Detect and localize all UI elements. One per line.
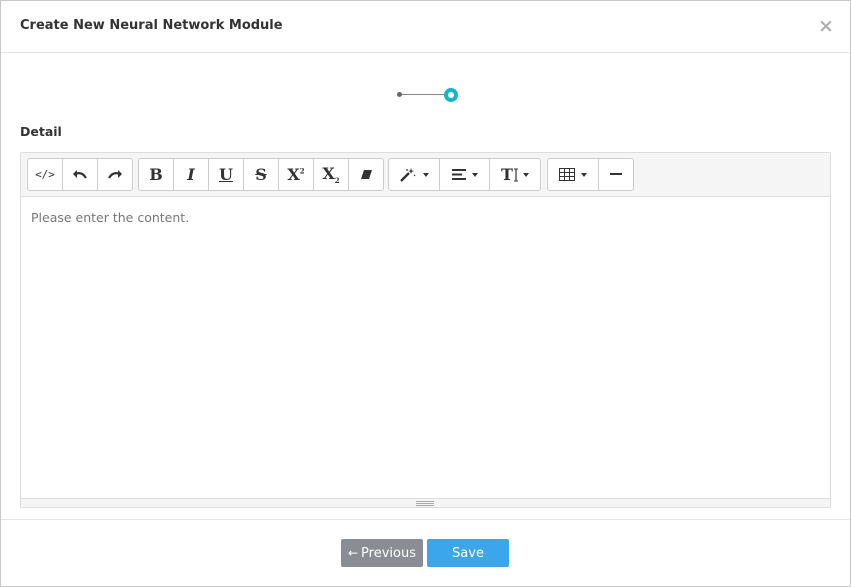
style-dropdown-button[interactable] xyxy=(388,158,440,191)
modal-title: Create New Neural Network Module xyxy=(20,18,283,33)
redo-button[interactable] xyxy=(97,158,133,191)
arrow-left-icon: ← xyxy=(347,546,359,560)
superscript-button[interactable]: X2 xyxy=(278,158,314,191)
underline-icon: U xyxy=(219,165,233,184)
save-button[interactable]: Save xyxy=(427,539,509,567)
toolbar-group-insert xyxy=(547,158,634,191)
strikethrough-icon: S xyxy=(255,165,267,184)
toolbar-group-paragraph: T xyxy=(388,158,541,191)
step-connector xyxy=(402,94,447,95)
undo-button[interactable] xyxy=(62,158,98,191)
chevron-down-icon xyxy=(471,172,478,177)
chevron-down-icon xyxy=(522,172,529,177)
detail-label: Detail xyxy=(20,124,62,139)
step-2-indicator-active[interactable] xyxy=(444,88,458,102)
italic-button[interactable]: I xyxy=(173,158,209,191)
previous-button-label: Previous xyxy=(361,545,416,561)
magic-style-icon xyxy=(400,167,416,182)
modal-footer: ← Previous Save xyxy=(1,519,850,587)
save-button-label: Save xyxy=(452,545,484,561)
editor-content-area[interactable]: Please enter the content. xyxy=(21,197,830,498)
toolbar-group-font-style: B I U S X2 X2 xyxy=(138,158,384,191)
editor-placeholder: Please enter the content. xyxy=(31,210,190,225)
close-icon[interactable]: × xyxy=(816,16,836,36)
code-view-icon: </> xyxy=(35,168,55,181)
wizard-stepper xyxy=(397,87,459,103)
editor-toolbar: </> B I U S X2 X2 T xyxy=(21,153,830,197)
horizontal-rule-button[interactable] xyxy=(598,158,634,191)
strikethrough-button[interactable]: S xyxy=(243,158,279,191)
table-dropdown-button[interactable] xyxy=(547,158,599,191)
clear-format-button[interactable] xyxy=(348,158,384,191)
table-icon xyxy=(559,168,575,181)
font-size-icon: T xyxy=(501,165,518,184)
modal-header: Create New Neural Network Module × xyxy=(1,1,850,53)
create-module-modal: Create New Neural Network Module × Detai… xyxy=(0,0,851,587)
align-icon xyxy=(451,169,466,180)
bold-button[interactable]: B xyxy=(138,158,174,191)
chevron-down-icon xyxy=(423,172,429,177)
superscript-icon: X2 xyxy=(287,165,305,184)
code-view-button[interactable]: </> xyxy=(27,158,63,191)
undo-icon xyxy=(73,169,87,179)
toolbar-group-code-history: </> xyxy=(27,158,133,191)
italic-icon: I xyxy=(187,165,195,184)
font-size-dropdown-button[interactable]: T xyxy=(489,158,541,191)
underline-button[interactable]: U xyxy=(208,158,244,191)
subscript-button[interactable]: X2 xyxy=(313,158,349,191)
chevron-down-icon xyxy=(581,172,587,177)
editor-resize-handle[interactable] xyxy=(21,498,830,507)
horizontal-rule-icon xyxy=(610,173,622,175)
grip-icon xyxy=(416,501,434,506)
previous-button[interactable]: ← Previous xyxy=(341,539,423,567)
rich-text-editor: </> B I U S X2 X2 T Please enter the con… xyxy=(20,152,831,508)
redo-icon xyxy=(108,169,122,179)
bold-icon: B xyxy=(149,165,163,184)
paragraph-align-dropdown-button[interactable] xyxy=(439,158,490,191)
subscript-icon: X2 xyxy=(322,163,340,186)
eraser-icon xyxy=(360,170,372,179)
